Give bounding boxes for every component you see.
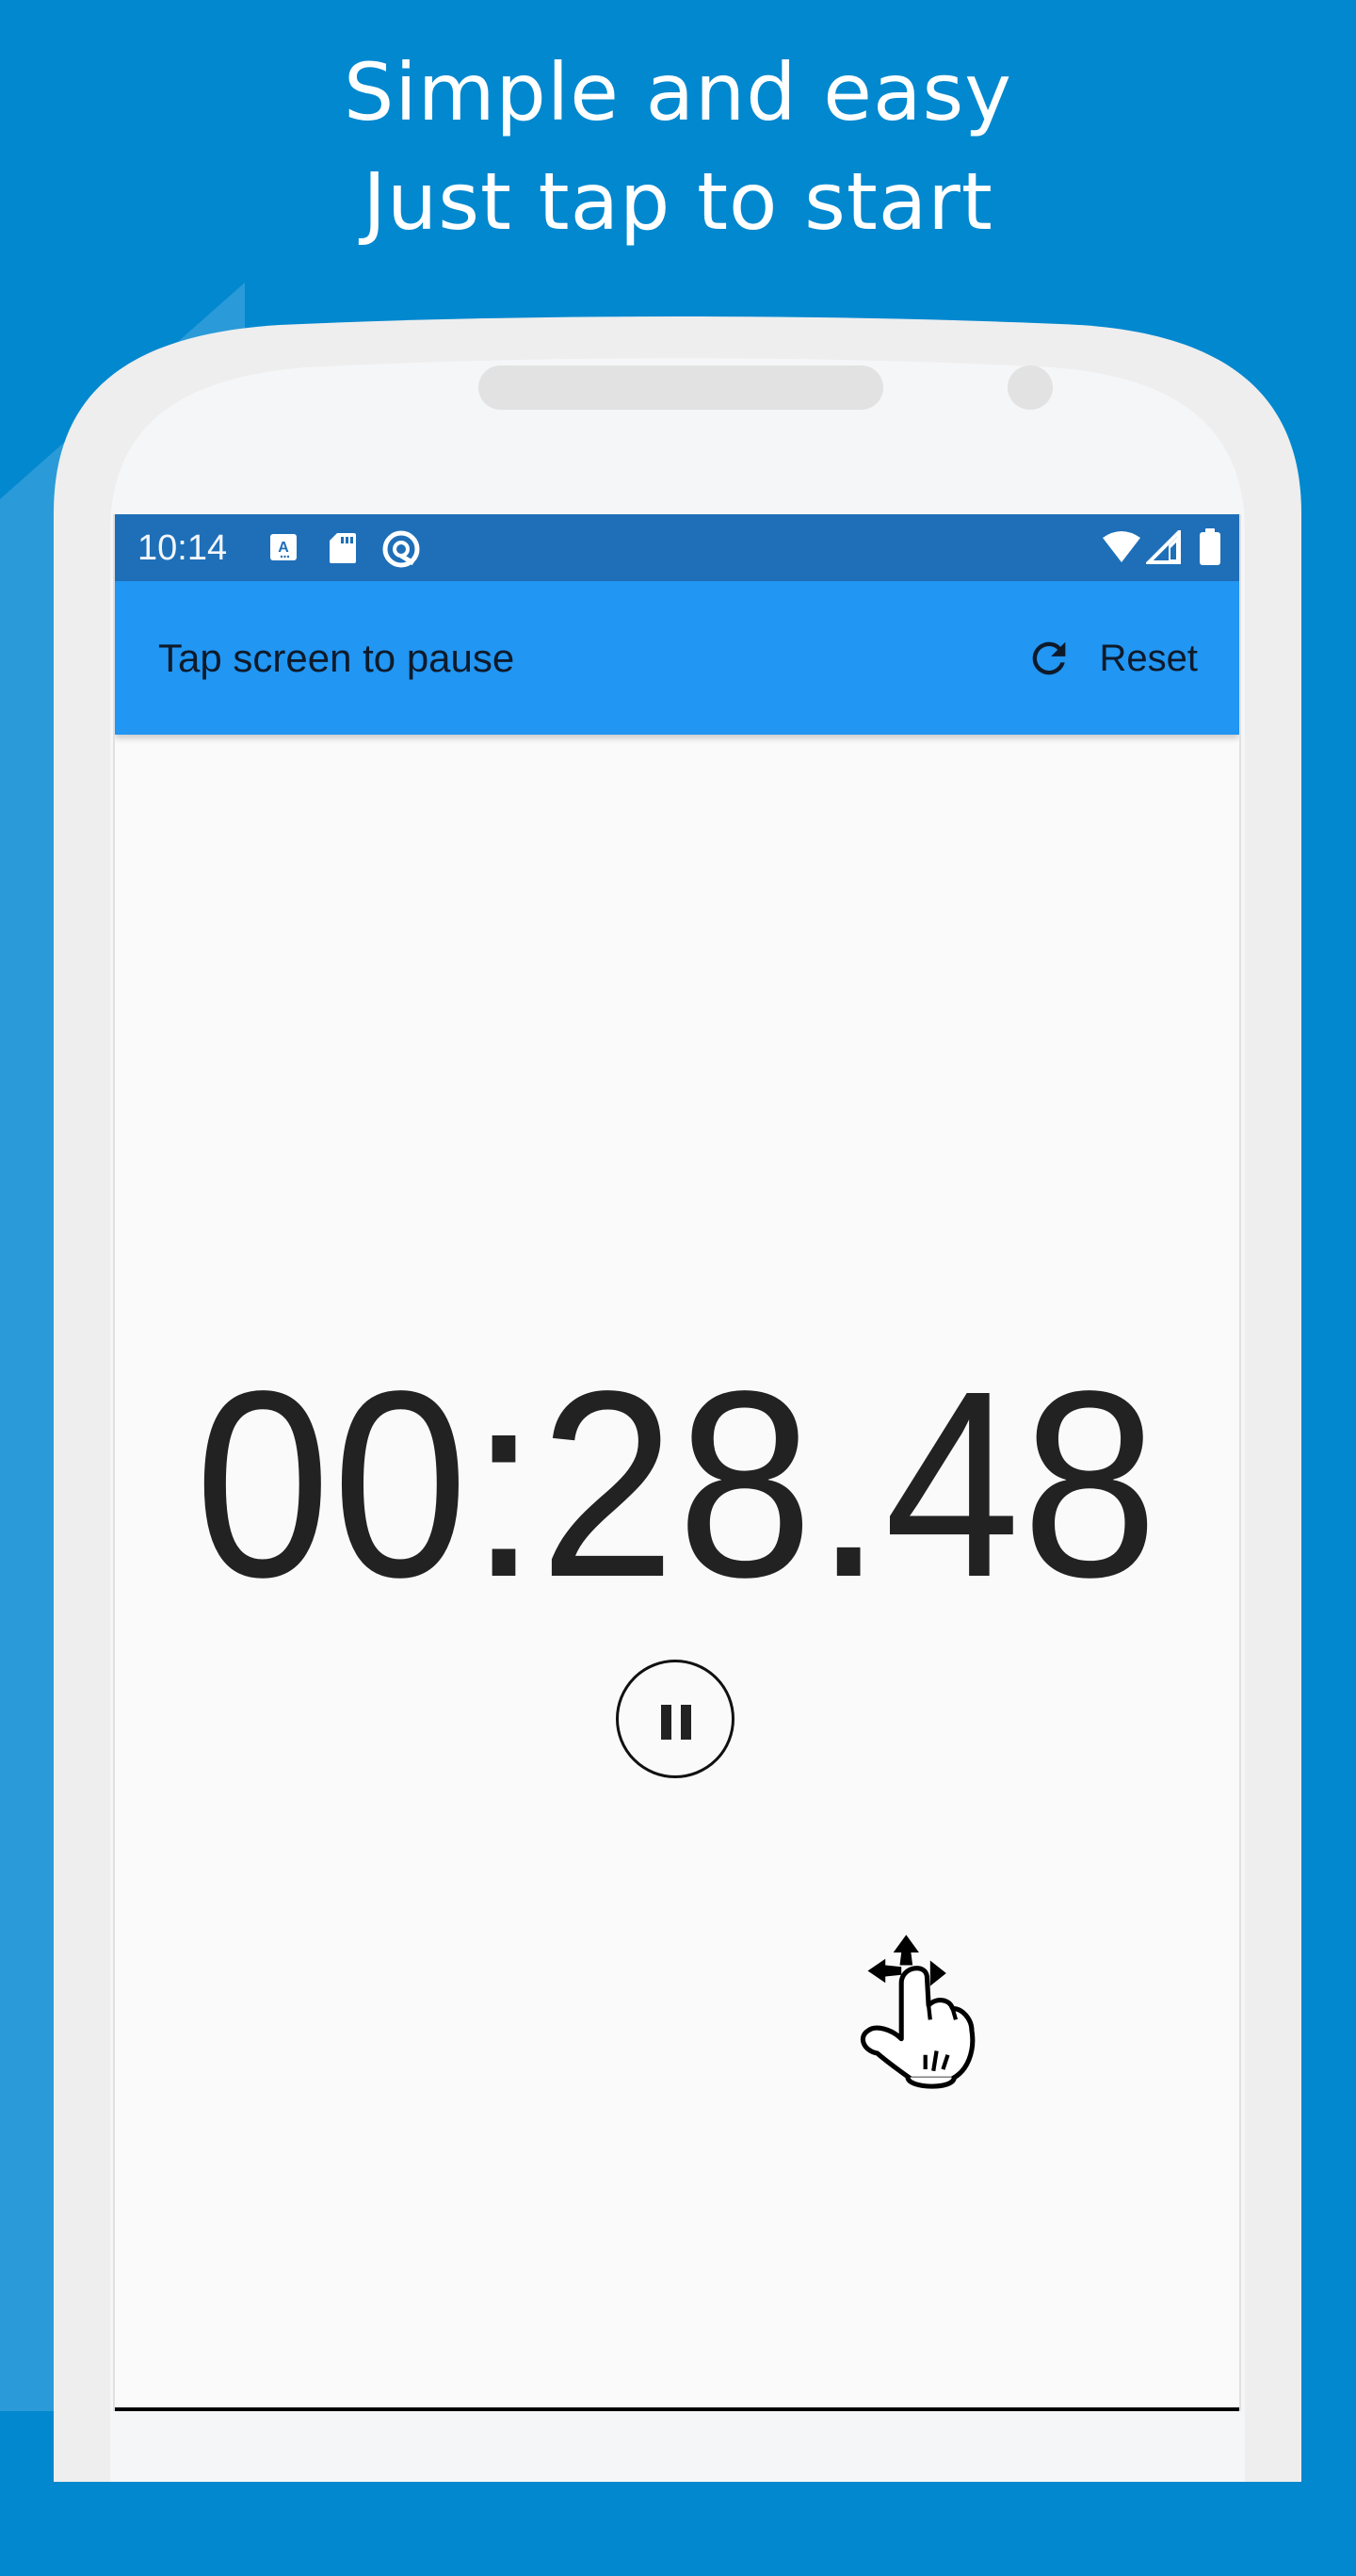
- tap-gesture-hand-icon: [860, 1935, 976, 2089]
- battery-icon: [1200, 528, 1220, 565]
- elapsed-time-display: 00:28.48: [194, 1336, 1160, 1632]
- promo-headline: Simple and easy Just tap to start: [0, 38, 1356, 256]
- svg-text:A: A: [278, 540, 289, 556]
- cell-signal-icon: [1146, 530, 1181, 564]
- reset-button[interactable]: Reset: [1025, 623, 1199, 694]
- android-q-icon: [382, 530, 420, 568]
- promo-line-1: Simple and easy: [344, 46, 1012, 138]
- app-bar-title: Tap screen to pause: [158, 636, 515, 680]
- app-screen[interactable]: 10:14 A Tap screen to pause Reset 00:28.…: [113, 514, 1241, 2411]
- navigation-bar-edge: [115, 2407, 1239, 2411]
- promo-line-2: Just tap to start: [363, 155, 993, 248]
- status-bar: 10:14 A: [115, 514, 1239, 581]
- phone-camera: [1008, 365, 1053, 410]
- status-time: 10:14: [137, 528, 228, 568]
- refresh-icon: [1032, 641, 1065, 675]
- font-accessibility-icon: A: [270, 534, 297, 560]
- reset-label: Reset: [1099, 637, 1199, 679]
- wifi-icon: [1103, 531, 1140, 562]
- pause-button[interactable]: [616, 1660, 734, 1778]
- app-bar: Tap screen to pause Reset: [115, 581, 1239, 735]
- sd-card-icon: [330, 533, 356, 563]
- phone-speaker: [478, 365, 883, 410]
